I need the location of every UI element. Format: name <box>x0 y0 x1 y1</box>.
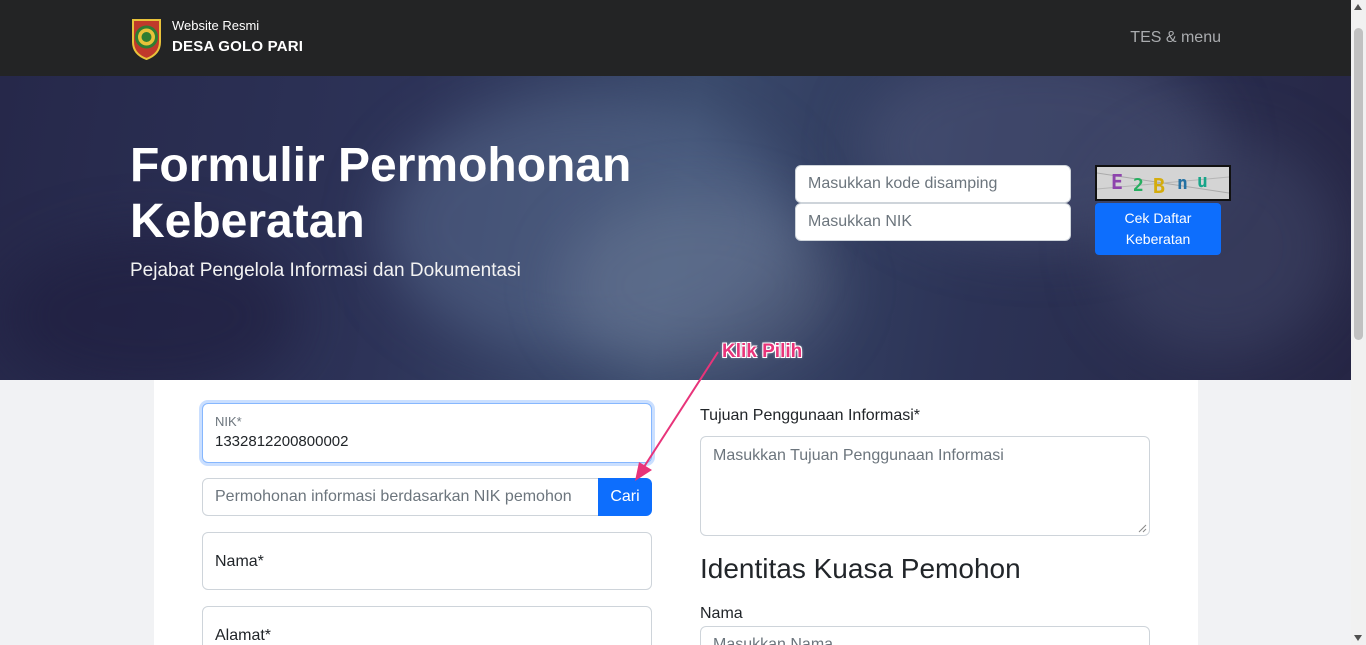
brand-title: DESA GOLO PARI <box>172 38 304 55</box>
brand-subtitle: Website Resmi <box>172 18 260 33</box>
kuasa-section-heading: Identitas Kuasa Pemohon <box>700 553 1021 584</box>
page-scrollbar[interactable] <box>1351 0 1366 645</box>
resize-handle-icon[interactable] <box>1138 524 1147 533</box>
nik-search-input[interactable]: Permohonan informasi berdasarkan NIK pem… <box>202 478 602 516</box>
captcha-image: E 2 B n u <box>1095 165 1231 201</box>
village-logo-icon <box>132 19 161 60</box>
alamat-field-label: Alamat* <box>215 627 272 644</box>
nama-field-label: Nama* <box>215 553 264 570</box>
page-subtitle: Pejabat Pengelola Informasi dan Dokument… <box>130 260 521 281</box>
captcha-code-input[interactable] <box>795 165 1071 203</box>
tujuan-label: Tujuan Penggunaan Informasi* <box>700 407 920 424</box>
tujuan-placeholder: Masukkan Tujuan Penggunaan Informasi <box>713 447 1004 464</box>
kuasa-nama-placeholder: Masukkan Nama <box>713 636 834 645</box>
tujuan-textarea[interactable]: Masukkan Tujuan Penggunaan Informasi <box>700 436 1150 536</box>
nik-check-input[interactable] <box>795 203 1071 241</box>
brand[interactable]: Website Resmi DESA GOLO PARI <box>130 16 303 60</box>
scroll-down-icon[interactable] <box>1354 635 1362 641</box>
kuasa-nama-label: Nama <box>700 605 743 622</box>
navbar: Website Resmi DESA GOLO PARI TES & menu <box>0 0 1351 76</box>
nav-menu-link[interactable]: TES & menu <box>1130 29 1221 47</box>
svg-text:B: B <box>1153 174 1165 198</box>
svg-text:u: u <box>1197 171 1208 192</box>
nik-field[interactable]: NIK* 1332812200800002 <box>202 403 652 463</box>
annotation-label: Klik Pilih <box>722 341 803 362</box>
page-title: Formulir Permohonan Keberatan <box>130 139 632 248</box>
svg-text:n: n <box>1177 173 1188 194</box>
svg-text:2: 2 <box>1133 175 1144 196</box>
nik-field-value: 1332812200800002 <box>215 433 349 450</box>
nik-field-label: NIK* <box>215 414 242 429</box>
scroll-up-icon[interactable] <box>1354 4 1362 10</box>
nama-field[interactable]: Nama* <box>202 532 652 590</box>
cek-daftar-keberatan-button[interactable]: Cek Daftar Keberatan <box>1095 203 1221 255</box>
kuasa-nama-input[interactable]: Masukkan Nama <box>700 626 1150 645</box>
alamat-field[interactable]: Alamat* <box>202 606 652 645</box>
nik-search-placeholder: Permohonan informasi berdasarkan NIK pem… <box>215 488 572 505</box>
svg-text:E: E <box>1111 170 1123 194</box>
scroll-thumb[interactable] <box>1354 28 1363 340</box>
cari-button[interactable]: Cari <box>598 478 652 516</box>
